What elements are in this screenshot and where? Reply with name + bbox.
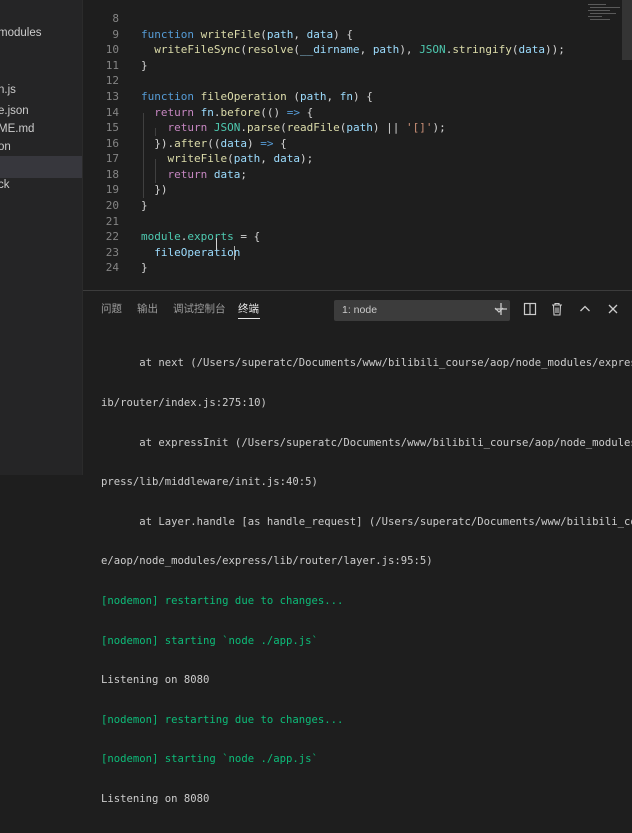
bottom-panel: 问题 输出 调试控制台 终端 1: node at next (/Users/s… <box>83 290 632 805</box>
line-number: 9 <box>112 28 119 41</box>
minimap-line <box>588 10 610 11</box>
line-number: 12 <box>105 74 119 87</box>
terminal-select-value: 1: node <box>342 304 378 316</box>
line-number: 8 <box>112 12 119 25</box>
explorer-item-label: on <box>0 141 11 153</box>
line-number: 13 <box>105 90 119 103</box>
line-number: 10 <box>105 43 119 56</box>
text-cursor <box>234 246 235 260</box>
terminal-line: at expressInit (/Users/superatc/Document… <box>101 436 632 449</box>
line-number: 11 <box>105 59 119 72</box>
terminal-line: at Layer.handle [as handle_request] (/Us… <box>101 515 632 528</box>
terminal-line: e/aop/node_modules/express/lib/router/la… <box>101 555 433 568</box>
explorer-item-lock[interactable]: ck <box>0 174 82 196</box>
explorer-sidebar: modules n.js e.json ME.md on ck <box>0 0 82 475</box>
explorer-item-label: ME.md <box>0 123 35 135</box>
explorer-item-node-modules[interactable]: modules <box>0 22 82 44</box>
trash-icon[interactable] <box>549 301 565 317</box>
line-number: 24 <box>105 261 119 274</box>
line-number: 21 <box>105 215 119 228</box>
plus-icon[interactable] <box>493 301 509 317</box>
close-icon[interactable] <box>605 301 621 317</box>
line-number: 18 <box>105 168 119 181</box>
explorer-item-label: n.js <box>0 84 16 96</box>
terminal-line-nodemon: [nodemon] restarting due to changes... <box>101 594 344 607</box>
code-editor[interactable]: 8 9 function writeFile(path, data) { 10 w… <box>83 0 632 290</box>
chevron-up-icon[interactable] <box>577 301 593 317</box>
terminal-output[interactable]: at next (/Users/superatc/Documents/www/b… <box>101 331 632 833</box>
tab-output[interactable]: 输出 <box>137 301 158 316</box>
mouse-ibeam-cursor <box>216 238 217 250</box>
line-number: 14 <box>105 106 119 119</box>
explorer-item-json[interactable]: on <box>0 136 82 158</box>
tab-terminal[interactable]: 终端 <box>238 301 259 316</box>
line-number: 22 <box>105 230 119 243</box>
minimap-line <box>588 4 606 5</box>
tab-problems[interactable]: 问题 <box>101 301 122 316</box>
terminal-select[interactable]: 1: node <box>334 300 510 321</box>
editor-scrollbar-thumb[interactable] <box>622 0 632 60</box>
terminal-line-nodemon: [nodemon] restarting due to changes... <box>101 713 344 726</box>
split-terminal-icon[interactable] <box>522 301 538 317</box>
minimap-line <box>590 19 610 20</box>
line-number: 23 <box>105 246 119 259</box>
terminal-line: at next (/Users/superatc/Documents/www/b… <box>101 357 632 370</box>
tab-debug-console[interactable]: 调试控制台 <box>173 301 226 316</box>
line-number: 16 <box>105 137 119 150</box>
terminal-line-nodemon: [nodemon] starting `node ./app.js` <box>101 753 318 766</box>
terminal-line: ib/router/index.js:275:10) <box>101 397 267 409</box>
minimap-line <box>590 13 616 14</box>
line-number: 15 <box>105 121 119 134</box>
terminal-line: press/lib/middleware/init.js:40:5) <box>101 476 318 489</box>
line-number: 19 <box>105 183 119 196</box>
minimap-line <box>590 7 620 8</box>
minimap-line <box>588 16 602 17</box>
explorer-item-app-js[interactable]: n.js <box>0 79 82 101</box>
line-number: 20 <box>105 199 119 212</box>
terminal-line: Listening on 8080 <box>101 674 210 687</box>
line-number: 17 <box>105 152 119 165</box>
minimap[interactable] <box>588 2 626 24</box>
active-tab-indicator <box>238 318 260 319</box>
terminal-line: Listening on 8080 <box>101 792 210 805</box>
explorer-item-label: e.json <box>0 105 29 117</box>
explorer-item-label: ck <box>0 179 10 191</box>
terminal-line-nodemon: [nodemon] starting `node ./app.js` <box>101 634 318 647</box>
explorer-item-label: modules <box>0 27 42 39</box>
